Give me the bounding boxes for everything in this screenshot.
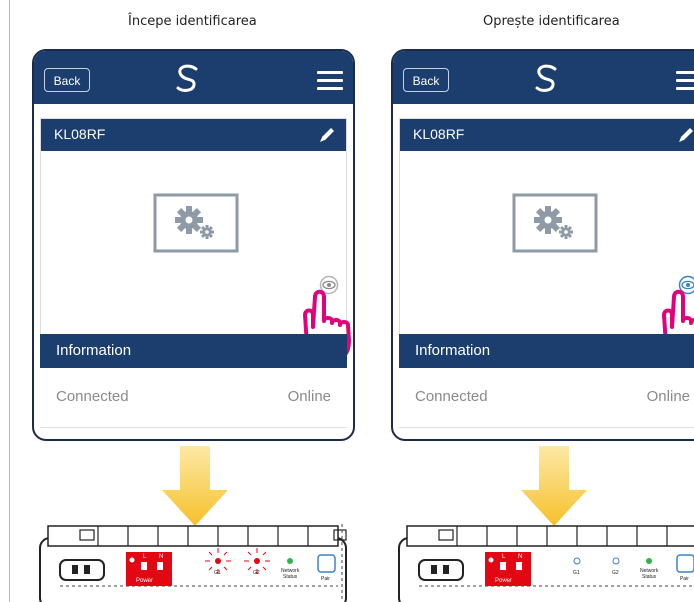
network-status-led — [646, 558, 652, 564]
g1-led-off — [573, 557, 581, 565]
device-settings-image — [512, 193, 598, 253]
info-row-connection: Connected Online — [40, 368, 347, 428]
info-key: Connected — [415, 388, 488, 405]
device-title-bar: KL08RF — [41, 119, 346, 151]
board-g1-label: G1 — [214, 570, 221, 576]
info-divider — [399, 427, 694, 428]
board-g2-label: G2 — [612, 570, 619, 576]
board-n-label: N — [159, 554, 163, 560]
edit-pencil-icon[interactable] — [677, 126, 694, 144]
salus-logo-icon — [176, 64, 198, 92]
information-title: Information — [56, 342, 132, 359]
back-button[interactable]: Back — [403, 68, 449, 92]
network-status-led — [287, 558, 293, 564]
phone-screen: Back KL08RF Information Connected Online — [391, 49, 694, 441]
phone-screen: Back KL08RF Information Connected Online — [32, 49, 355, 441]
back-button[interactable]: Back — [44, 68, 90, 92]
device-card: KL08RF — [40, 118, 351, 363]
info-key: Connected — [56, 388, 129, 405]
controller-board: L N Power G1 G2 Network Status Pair — [39, 524, 347, 602]
board-n-label: N — [518, 554, 522, 560]
salus-logo-icon — [535, 64, 557, 92]
down-arrow-icon — [521, 446, 587, 526]
board-power-label: Power — [495, 578, 512, 584]
board-status-label: Status — [283, 574, 298, 580]
app-header: Back — [34, 51, 353, 104]
device-card: KL08RF — [399, 118, 694, 363]
information-title: Information — [415, 342, 491, 359]
device-title-bar: KL08RF — [400, 119, 694, 151]
app-header: Back — [393, 51, 694, 104]
board-pair-label: Pair — [680, 576, 689, 582]
panel-caption: Începe identificarea — [128, 14, 257, 29]
info-divider — [40, 427, 347, 428]
board-status-label: Status — [642, 574, 657, 580]
info-value: Online — [646, 388, 690, 405]
board-g2-label: G2 — [253, 570, 260, 576]
hamburger-menu-icon[interactable] — [317, 71, 343, 91]
down-arrow-icon — [162, 446, 228, 526]
hamburger-menu-icon[interactable] — [676, 71, 694, 91]
info-row-connection: Connected Online — [399, 368, 694, 428]
device-name: KL08RF — [54, 126, 106, 142]
edit-pencil-icon[interactable] — [318, 126, 336, 144]
controller-board: L N Power G1 G2 Network Status Pair — [398, 525, 694, 602]
pair-button[interactable] — [317, 554, 336, 573]
information-header: Information — [40, 334, 347, 368]
device-name: KL08RF — [413, 126, 465, 142]
pair-button[interactable] — [676, 554, 694, 573]
device-settings-image — [153, 193, 239, 253]
board-pair-label: Pair — [321, 576, 330, 582]
panel-caption: Oprește identificarea — [483, 14, 620, 29]
left-edge-divider — [9, 0, 10, 602]
info-value: Online — [287, 388, 331, 405]
g2-led-off — [612, 557, 620, 565]
board-power-label: Power — [136, 578, 153, 584]
board-g1-label: G1 — [573, 570, 580, 576]
information-header: Information — [399, 334, 694, 368]
